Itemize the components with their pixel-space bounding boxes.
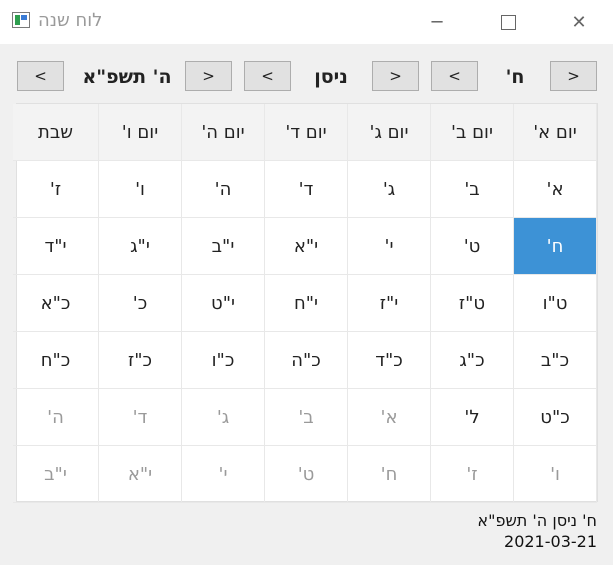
day-cell[interactable]: כ"ח — [13, 332, 99, 389]
calendar-app-icon — [12, 12, 30, 28]
year-label: ה' תשפ"א — [82, 66, 172, 88]
day-cell[interactable]: י"ז — [348, 275, 431, 332]
day-cell[interactable]: כ"א — [13, 275, 99, 332]
day-cell[interactable]: י"ד — [13, 218, 99, 275]
day-cell[interactable]: י"א — [99, 446, 182, 503]
month-prev-button[interactable]: < — [244, 61, 291, 91]
day-header: יום ו' — [99, 104, 182, 161]
day-cell[interactable]: ה' — [13, 389, 99, 446]
day-cell[interactable]: ג' — [182, 389, 265, 446]
gregorian-date-label: 2021-03-21 — [504, 532, 597, 551]
day-cell[interactable]: ז' — [431, 446, 514, 503]
day-cell[interactable]: ז' — [13, 161, 99, 218]
day-cell[interactable]: כ"ז — [99, 332, 182, 389]
window-title: לוח שנה — [38, 10, 103, 31]
calendar-grid: יום א' יום ב' יום ג' יום ד' יום ה' יום ו' שבת א… — [13, 103, 598, 503]
day-cell[interactable]: ו' — [514, 446, 597, 503]
day-cell[interactable]: ב' — [431, 161, 514, 218]
day-cell[interactable]: ו' — [99, 161, 182, 218]
close-button[interactable]: ✕ — [556, 0, 602, 44]
maximize-icon — [500, 14, 516, 30]
maximize-button[interactable] — [485, 0, 531, 44]
year-prev-button[interactable]: < — [17, 61, 64, 91]
day-cell[interactable]: ד' — [99, 389, 182, 446]
day-cell[interactable]: כ"ה — [265, 332, 348, 389]
day-cell-selected[interactable]: ח' — [514, 218, 597, 275]
day-cell[interactable]: י"ב — [182, 218, 265, 275]
day-cell[interactable]: כ"ד — [348, 332, 431, 389]
day-cell[interactable]: א' — [348, 389, 431, 446]
day-cell[interactable]: כ"ו — [182, 332, 265, 389]
day-header: יום א' — [514, 104, 597, 161]
day-header: יום ד' — [265, 104, 348, 161]
day-cell[interactable]: י"ט — [182, 275, 265, 332]
day-cell[interactable]: ט' — [431, 218, 514, 275]
day-cell[interactable]: ט"ו — [514, 275, 597, 332]
day-cell[interactable]: י"א — [265, 218, 348, 275]
month-next-button[interactable]: > — [372, 61, 419, 91]
day-cell[interactable]: ה' — [182, 161, 265, 218]
month-label: ניסן — [314, 66, 348, 88]
day-cell[interactable]: כ"ג — [431, 332, 514, 389]
day-cell[interactable]: י' — [348, 218, 431, 275]
day-cell[interactable]: י"ב — [13, 446, 99, 503]
day-cell[interactable]: כ"ט — [514, 389, 597, 446]
day-cell[interactable]: א' — [514, 161, 597, 218]
day-label: ח' — [505, 66, 525, 88]
day-cell[interactable]: ל' — [431, 389, 514, 446]
day-prev-button[interactable]: < — [431, 61, 478, 91]
year-next-button[interactable]: > — [185, 61, 232, 91]
day-cell[interactable]: ג' — [348, 161, 431, 218]
day-cell[interactable]: כ"ב — [514, 332, 597, 389]
day-cell[interactable]: ד' — [265, 161, 348, 218]
day-header: שבת — [13, 104, 99, 161]
day-header: יום ה' — [182, 104, 265, 161]
title-bar: לוח שנה ─ ✕ — [0, 0, 613, 44]
day-cell[interactable]: ט"ז — [431, 275, 514, 332]
day-cell[interactable]: י"ג — [99, 218, 182, 275]
day-next-button[interactable]: > — [550, 61, 597, 91]
minimize-button[interactable]: ─ — [414, 0, 460, 44]
day-cell[interactable]: ב' — [265, 389, 348, 446]
day-header: יום ג' — [348, 104, 431, 161]
day-cell[interactable]: י"ח — [265, 275, 348, 332]
day-header: יום ב' — [431, 104, 514, 161]
day-cell[interactable]: ח' — [348, 446, 431, 503]
day-cell[interactable]: י' — [182, 446, 265, 503]
day-cell[interactable]: כ' — [99, 275, 182, 332]
hebrew-date-label: ח' ניסן ה' תשפ"א — [477, 511, 597, 530]
day-cell[interactable]: ט' — [265, 446, 348, 503]
